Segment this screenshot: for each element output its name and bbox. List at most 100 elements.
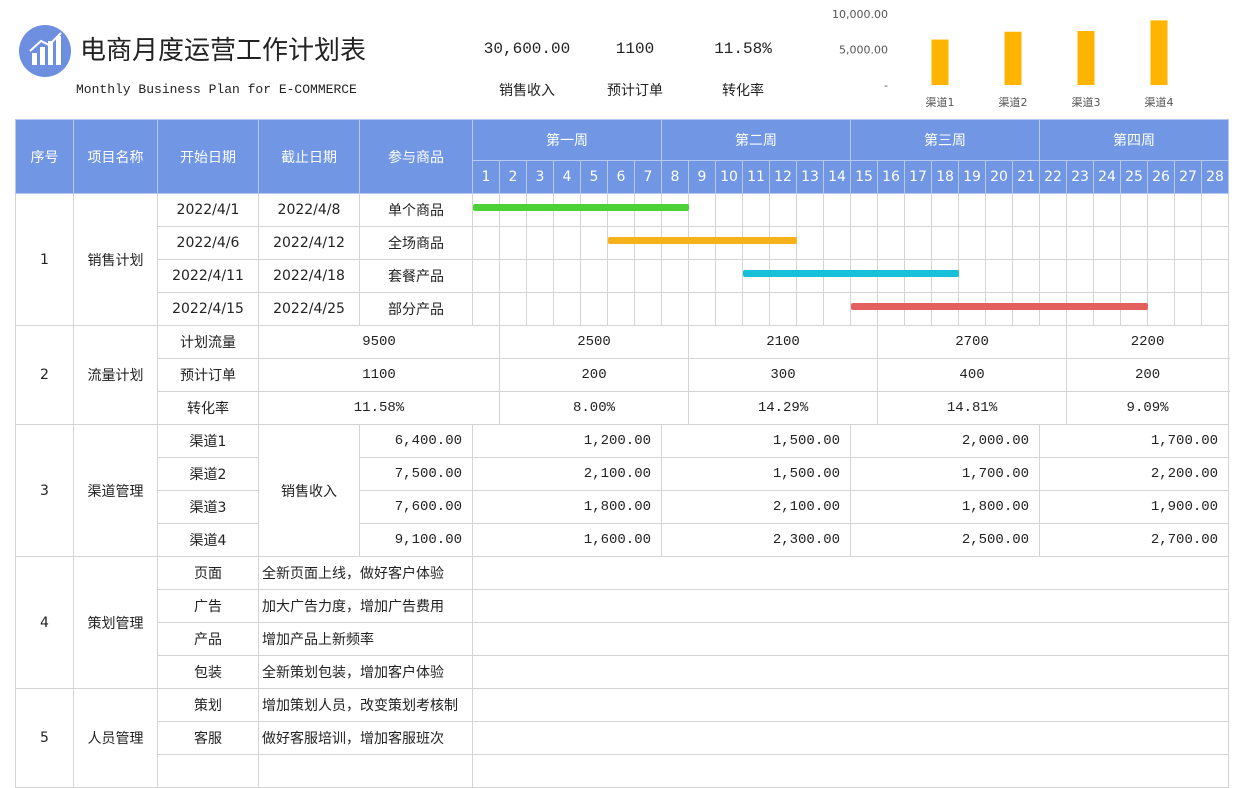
gantt-cell: [580, 193, 608, 227]
gantt-cell: [877, 292, 906, 326]
week-value: 2700: [877, 325, 1068, 359]
gantt-cell: [633, 226, 663, 260]
gantt-cell: [715, 193, 744, 227]
channel-total: 7,500.00: [359, 457, 473, 491]
gantt-cell: [931, 193, 960, 227]
col-header-project: 项目名称: [73, 119, 158, 194]
gantt-cell: [715, 259, 744, 293]
channel-revenue-chart: 10,000.00 5,000.00 - 渠道1 渠道2 渠道3 渠道4: [832, 8, 1173, 109]
gantt-cell: [1093, 193, 1122, 227]
metric-label: 预计订单: [157, 358, 259, 392]
gantt-cell: [985, 259, 1014, 293]
gantt-cell: [958, 226, 987, 260]
section-number: 2: [15, 325, 74, 425]
gantt-cell: [769, 292, 798, 326]
day-header: 6: [607, 160, 635, 194]
week-value: 2200: [1066, 325, 1230, 359]
col-header-goods: 参与商品: [359, 119, 473, 194]
gantt-cell: [1201, 226, 1230, 260]
sales-row: 2022/4/6 2022/4/12 全场商品: [16, 226, 1230, 260]
item-description: 增加策划人员，改变策划考核制: [258, 688, 473, 722]
day-header: 3: [526, 160, 554, 194]
col-header-start: 开始日期: [157, 119, 259, 194]
goods: 套餐产品: [359, 259, 473, 293]
x-tick-label: 渠道2: [999, 95, 1028, 109]
gantt-cell: [1039, 226, 1068, 260]
metric-total: 1100: [258, 358, 500, 392]
week-value: 9.09%: [1066, 391, 1230, 425]
day-header: 27: [1174, 160, 1203, 194]
day-header: 21: [1012, 160, 1041, 194]
item-label: 页面: [157, 556, 259, 590]
gantt-cell: [1012, 193, 1041, 227]
gantt-cell: [877, 259, 906, 293]
day-header: 2: [499, 160, 527, 194]
empty-cell: [471, 688, 1230, 722]
week-header-2: 第二周: [661, 119, 852, 161]
day-header: 4: [553, 160, 581, 194]
item-label: 客服: [157, 721, 259, 755]
kpi-revenue-value: 30,600.00: [483, 40, 571, 58]
week-value: 200: [498, 358, 690, 392]
gantt-cell: [931, 259, 960, 293]
week-header-3: 第三周: [850, 119, 1041, 161]
gantt-cell: [1201, 259, 1230, 293]
week-header-4: 第四周: [1039, 119, 1230, 161]
gantt-cell: [607, 226, 797, 260]
gantt-cell: [1120, 259, 1149, 293]
col-header-no: 序号: [15, 119, 74, 194]
gantt-cell: [877, 226, 906, 260]
item-description: 全新页面上线，做好客户体验: [258, 556, 473, 590]
week-value: 2500: [498, 325, 690, 359]
item-label: 产品: [157, 622, 259, 656]
gantt-cell: [985, 193, 1014, 227]
gantt-cell: [1147, 193, 1176, 227]
section-name: 策划管理: [73, 556, 158, 689]
day-header: 14: [823, 160, 852, 194]
gantt-cell: [688, 259, 717, 293]
week-value: 2,300.00: [661, 523, 852, 557]
goods: 全场商品: [359, 226, 473, 260]
gantt-cell: [1147, 292, 1176, 326]
empty-cell: [471, 556, 1230, 590]
gantt-cell: [796, 193, 825, 227]
gantt-cell: [769, 226, 798, 260]
section-number: 4: [15, 556, 74, 689]
gantt-cell: [904, 193, 933, 227]
gantt-cell: [796, 292, 825, 326]
day-header: 1: [472, 160, 500, 194]
day-header: 25: [1120, 160, 1149, 194]
empty-cell: [471, 721, 1230, 755]
gantt-cell: [1174, 292, 1203, 326]
gantt-cell: [1120, 292, 1149, 326]
gantt-cell: [661, 226, 690, 260]
gantt-cell: [958, 193, 987, 227]
gantt-cell: [1066, 259, 1095, 293]
week-value: 2,100.00: [661, 490, 852, 524]
chart-bar: [1004, 31, 1022, 85]
gantt-cell: [904, 259, 933, 293]
week-value: 2100: [688, 325, 879, 359]
gantt-cell: [526, 259, 554, 293]
week-value: 14.29%: [688, 391, 879, 425]
staff-row: 客服 做好客服培训，增加客服班次: [16, 721, 1230, 755]
gantt-cell: [472, 259, 500, 293]
channel-label: 渠道3: [157, 490, 259, 524]
traffic-row: 转化率 11.58% 8.00% 14.29% 14.81% 9.09%: [16, 391, 1230, 425]
x-tick-label: 渠道1: [926, 95, 955, 109]
day-header: 28: [1201, 160, 1230, 194]
week-value: 1,700.00: [850, 457, 1041, 491]
day-header: 24: [1093, 160, 1122, 194]
staff-row: [16, 754, 1230, 788]
gantt-cell: [1174, 259, 1203, 293]
channel-row: 3 渠道管理 渠道1 销售收入 6,400.00 1,200.00 1,500.00 2,00…: [15, 424, 1230, 557]
section-number: 5: [15, 688, 74, 788]
day-header: 8: [661, 160, 690, 194]
y-tick-label: 5,000.00: [839, 44, 888, 57]
week-value: 1,900.00: [1039, 490, 1230, 524]
gantt-cell: [958, 292, 987, 326]
item-description: 增加产品上新频率: [258, 622, 473, 656]
day-header: 13: [796, 160, 825, 194]
empty-cell: [471, 754, 1230, 788]
gantt-cell: [1012, 259, 1041, 293]
